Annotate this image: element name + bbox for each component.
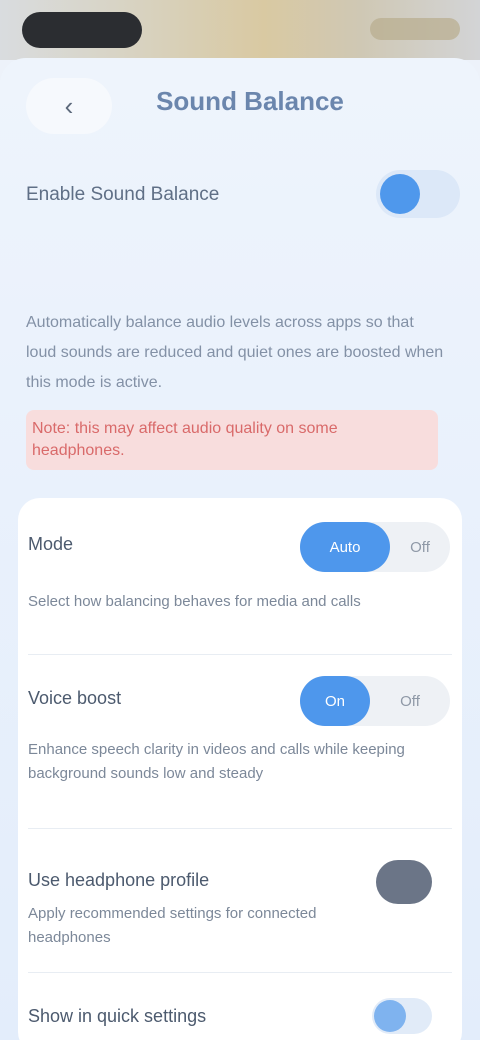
back-button[interactable]: ‹ bbox=[26, 78, 112, 134]
section-title-quick-settings: Show in quick settings bbox=[28, 1006, 207, 1026]
mode-option-on[interactable]: Auto bbox=[300, 522, 390, 572]
settings-sheet: ‹ Sound Balance Enable Sound Balance Aut… bbox=[0, 58, 480, 1040]
page-title: Sound Balance bbox=[156, 86, 344, 116]
headphone-profile-toggle[interactable] bbox=[376, 860, 432, 904]
options-card: Mode Auto Off Select how balancing behav… bbox=[18, 498, 462, 1040]
master-toggle-label: Enable Sound Balance bbox=[26, 184, 220, 205]
section-title-voice-boost: Voice boost bbox=[28, 688, 122, 708]
section-desc-mode: Select how balancing behaves for media a… bbox=[28, 593, 361, 610]
master-toggle-row[interactable]: Enable Sound Balance bbox=[26, 170, 460, 220]
section-desc-headphone-profile: Apply recommended settings for connected… bbox=[28, 905, 317, 946]
section-title-headphone-profile: Use headphone profile bbox=[28, 870, 210, 890]
status-pill bbox=[22, 12, 142, 48]
chevron-left-icon: ‹ bbox=[64, 90, 74, 121]
voice-boost-segmented-control[interactable]: On Off bbox=[300, 676, 450, 726]
voice-boost-option-off[interactable]: Off bbox=[370, 676, 450, 726]
section-desc-voice-boost: Enhance speech clarity in videos and cal… bbox=[28, 741, 405, 782]
warning-banner: Note: this may affect audio quality on s… bbox=[26, 410, 438, 470]
mode-option-off[interactable]: Off bbox=[390, 522, 450, 572]
section-title-mode: Mode bbox=[28, 534, 74, 554]
voice-boost-option-on[interactable]: On bbox=[300, 676, 370, 726]
quick-settings-toggle[interactable] bbox=[372, 998, 432, 1034]
toggle-knob bbox=[374, 1000, 406, 1032]
master-toggle[interactable] bbox=[376, 170, 460, 218]
status-bar bbox=[0, 0, 480, 60]
status-indicators bbox=[370, 18, 460, 40]
divider bbox=[28, 828, 452, 829]
mode-segmented-control[interactable]: Auto Off bbox=[300, 522, 450, 572]
divider bbox=[28, 972, 452, 973]
divider bbox=[28, 654, 452, 655]
toggle-knob bbox=[380, 174, 420, 214]
feature-description: Automatically balance audio levels acros… bbox=[26, 314, 444, 391]
top-bar: ‹ Sound Balance bbox=[0, 58, 480, 154]
